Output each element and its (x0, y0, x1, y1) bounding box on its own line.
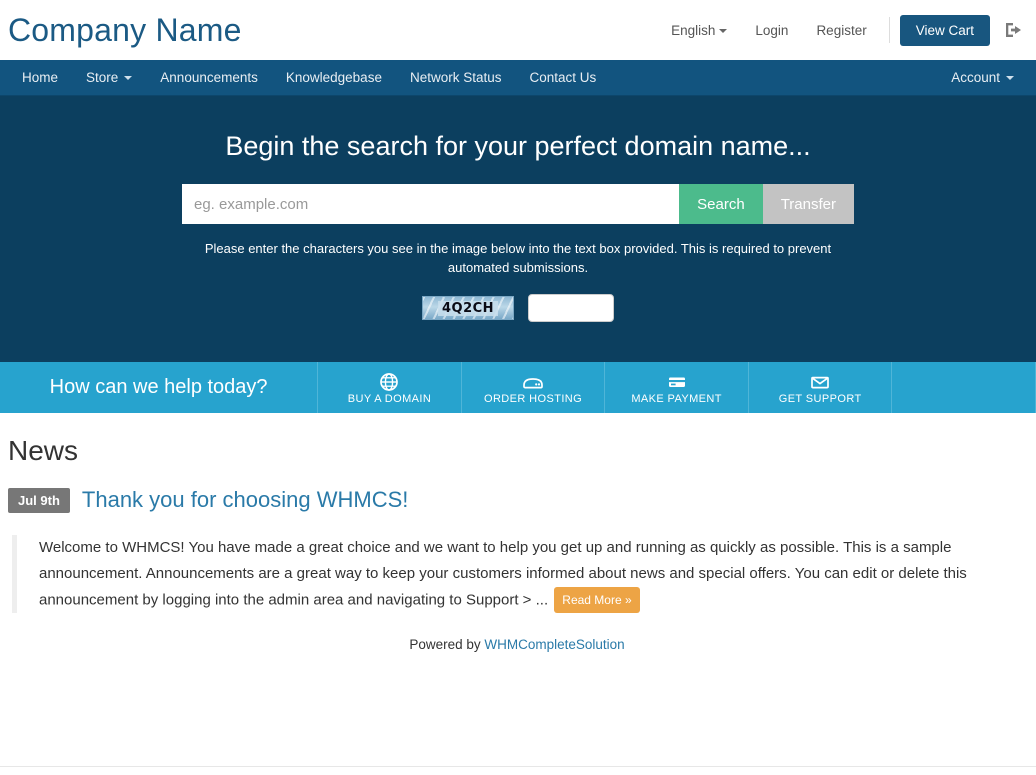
announcement-body-text: Welcome to WHMCS! You have made a great … (39, 539, 967, 608)
nav-item-contact-us[interactable]: Contact Us (516, 60, 611, 95)
bottom-divider (0, 766, 1036, 767)
captcha-image: 4Q2CH (422, 296, 514, 321)
footer: Powered by WHMCompleteSolution (8, 613, 1026, 652)
announcement-body: Welcome to WHMCS! You have made a great … (12, 535, 1026, 614)
quick-action-make-payment[interactable]: MAKE PAYMENT (605, 362, 749, 413)
quick-action-buy-a-domain[interactable]: BUY A DOMAIN (318, 362, 462, 413)
nav-item-network-status[interactable]: Network Status (396, 60, 516, 95)
nav-label: Announcements (160, 70, 258, 85)
domain-search-input[interactable] (182, 184, 680, 225)
quick-actions-tagline: How can we help today? (0, 362, 319, 413)
main-navigation: Home Store Announcements Knowledgebase N… (0, 60, 1036, 96)
hero-title: Begin the search for your perfect domain… (225, 131, 811, 161)
chevron-down-icon (719, 28, 728, 33)
announcement-header: Jul 9th Thank you for choosing WHMCS! (8, 487, 1026, 513)
top-utility-nav: English Login Register View Cart (657, 14, 1026, 46)
quick-action-label: ORDER HOSTING (484, 393, 583, 405)
quick-actions-bar: How can we help today? BUY A DOMAIN ORDE… (0, 362, 1036, 413)
chevron-down-icon (1006, 75, 1014, 80)
captcha-instructions: Please enter the characters you see in t… (204, 241, 832, 276)
domain-search-button[interactable]: Search (679, 184, 763, 225)
quick-action-get-support[interactable]: GET SUPPORT (749, 362, 893, 413)
nav-label: Account (951, 70, 1000, 85)
footer-powered-by-label: Powered by (409, 637, 481, 653)
footer-whmcs-link[interactable]: WHMCompleteSolution (484, 637, 624, 652)
announcement-title-link[interactable]: Thank you for choosing WHMCS! (82, 487, 408, 513)
login-link[interactable]: Login (741, 23, 802, 38)
top-header: Company Name English Login Register View… (0, 0, 1036, 60)
nav-item-home[interactable]: Home (8, 60, 72, 95)
page-title: News (8, 435, 79, 466)
nav-item-store[interactable]: Store (72, 60, 146, 95)
site-logo[interactable]: Company Name (8, 14, 242, 46)
announcement-date-badge: Jul 9th (8, 487, 70, 513)
main-content: News Jul 9th Thank you for choosing WHMC… (0, 413, 1036, 653)
language-selector[interactable]: English (657, 23, 741, 38)
register-link[interactable]: Register (802, 23, 880, 38)
nav-label: Home (22, 70, 59, 85)
quick-action-label: MAKE PAYMENT (631, 393, 722, 405)
nav-label: Contact Us (529, 70, 597, 85)
server-icon (522, 372, 544, 392)
nav-item-account[interactable]: Account (937, 60, 1028, 95)
captcha-image-text: 4Q2CH (437, 300, 499, 316)
read-more-button[interactable]: Read More » (554, 586, 640, 614)
quick-action-order-hosting[interactable]: ORDER HOSTING (462, 362, 606, 413)
nav-item-knowledgebase[interactable]: Knowledgebase (272, 60, 396, 95)
header-divider (888, 17, 890, 43)
nav-label: Knowledgebase (285, 70, 382, 85)
nav-label: Store (86, 70, 119, 85)
sign-out-icon[interactable] (1004, 20, 1024, 40)
captcha-row: 4Q2CH (0, 294, 1036, 323)
quick-action-label: GET SUPPORT (778, 393, 862, 405)
quick-action-label: BUY A DOMAIN (347, 393, 432, 405)
captcha-input[interactable] (528, 294, 614, 323)
view-cart-button[interactable]: View Cart (899, 14, 990, 46)
domain-search-hero: Begin the search for your perfect domain… (0, 96, 1036, 362)
nav-item-announcements[interactable]: Announcements (146, 60, 272, 95)
globe-icon (379, 372, 399, 392)
envelope-icon (809, 372, 831, 392)
quick-action-overflow[interactable] (892, 362, 1036, 413)
language-selector-label: English (671, 22, 716, 38)
chevron-down-icon (124, 75, 133, 80)
nav-label: Network Status (409, 70, 502, 85)
domain-search-form: Search Transfer (182, 184, 854, 225)
domain-transfer-button[interactable]: Transfer (762, 184, 854, 225)
credit-card-icon (666, 372, 688, 392)
